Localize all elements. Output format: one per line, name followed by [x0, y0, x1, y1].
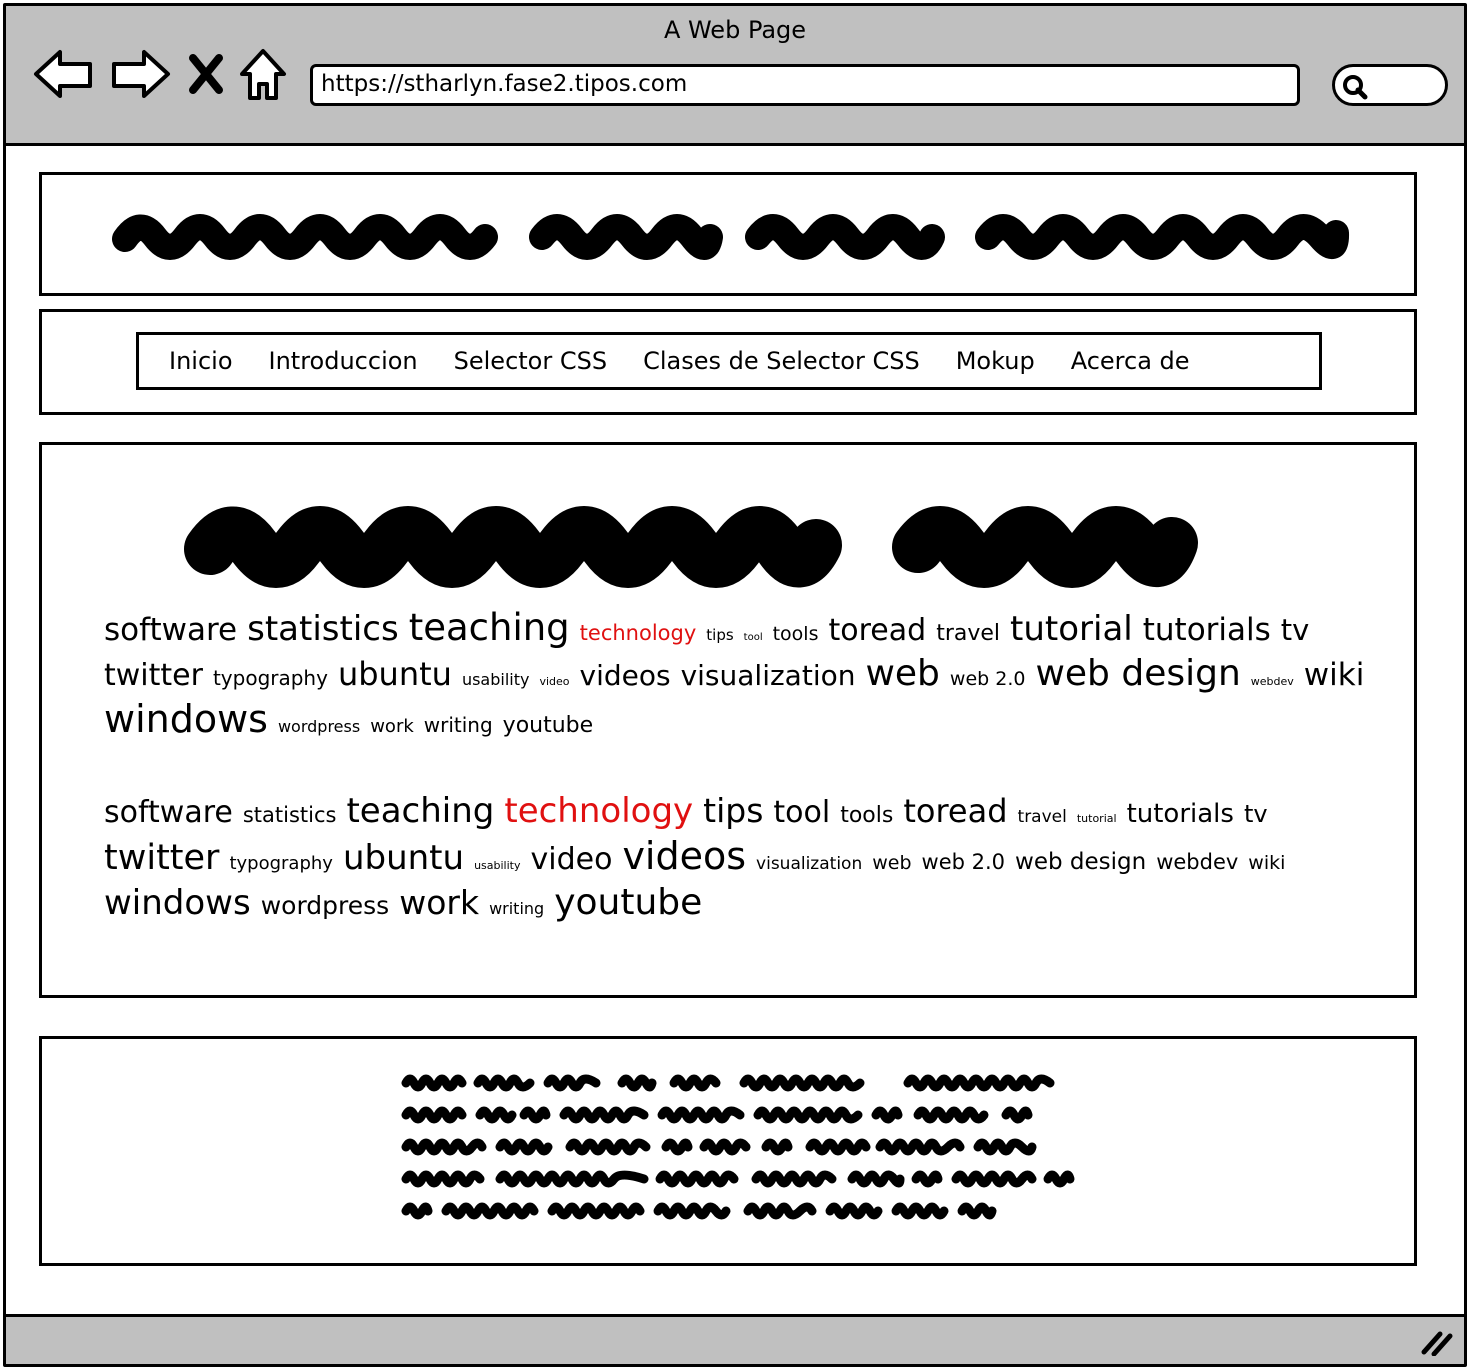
tag-link[interactable]: twitter [104, 837, 219, 881]
close-x-icon[interactable] [188, 54, 224, 94]
tag-link[interactable]: tools [840, 802, 893, 830]
tag-link[interactable]: visualization [756, 854, 862, 875]
tag-link[interactable]: writing [424, 713, 493, 738]
tag-link[interactable]: videos [580, 658, 671, 693]
tag-link[interactable]: web design [1035, 651, 1240, 696]
tag-link[interactable]: video [530, 841, 612, 879]
nav-item-selector-css[interactable]: Selector CSS [454, 347, 607, 375]
home-icon[interactable] [238, 46, 288, 104]
tag-link[interactable]: video [539, 675, 569, 689]
site-header [39, 172, 1417, 296]
tag-link[interactable]: statistics [243, 802, 337, 828]
main-content: software statistics teaching technology tips… [39, 442, 1417, 998]
tag-link[interactable]: visualization [681, 658, 856, 693]
address-bar[interactable]: https://stharlyn.fase2.tipos.com [310, 64, 1300, 106]
tag-link[interactable]: tutorial [1010, 608, 1133, 651]
tag-link[interactable]: tutorials [1127, 798, 1234, 831]
tag-link[interactable]: web [865, 651, 939, 696]
tag-link[interactable]: typography [229, 853, 333, 876]
tag-link[interactable]: web 2.0 [950, 668, 1026, 692]
browser-search-field[interactable] [1332, 64, 1448, 106]
tag-link[interactable]: wordpress [261, 890, 389, 921]
tag-link[interactable]: youtube [554, 880, 702, 925]
tag-link[interactable]: software [104, 794, 233, 832]
tag-link[interactable]: ubuntu [343, 837, 464, 880]
tag-link[interactable]: wiki [1304, 656, 1365, 695]
tag-link[interactable]: web 2.0 [922, 849, 1006, 875]
tag-link[interactable]: wordpress [278, 717, 360, 737]
tag-link[interactable]: toread [903, 791, 1007, 831]
tag-link[interactable]: technology [580, 620, 697, 646]
tag-link[interactable]: ubuntu [338, 654, 452, 694]
resize-handle-icon[interactable] [1420, 1328, 1454, 1356]
tag-cloud-2: software statistics teaching technology tips… [104, 790, 1384, 925]
nav-menu: Inicio Introduccion Selector CSS Clases … [136, 332, 1322, 390]
status-bar [6, 1314, 1464, 1364]
tag-link[interactable]: tv [1281, 612, 1310, 648]
forward-arrow-icon[interactable] [108, 46, 172, 102]
nav-item-clases-selector-css[interactable]: Clases de Selector CSS [643, 347, 920, 375]
nav-item-introduccion[interactable]: Introduccion [269, 347, 418, 375]
tag-link[interactable]: statistics [247, 608, 399, 651]
tag-link[interactable]: travel [1018, 807, 1067, 828]
tag-link[interactable]: webdev [1156, 849, 1238, 875]
tag-link[interactable]: webdev [1251, 675, 1294, 689]
tag-link[interactable]: toread [829, 612, 927, 650]
tag-link[interactable]: teaching [346, 790, 494, 833]
tag-link[interactable]: tips [706, 626, 733, 645]
tag-link[interactable]: videos [622, 833, 746, 881]
tag-link[interactable]: typography [213, 666, 328, 691]
tag-link[interactable]: travel [936, 620, 1000, 648]
tag-link[interactable]: tool [773, 794, 830, 832]
tag-link[interactable]: software [104, 611, 237, 650]
footer-placeholder-text [401, 1074, 1075, 1220]
header-placeholder-text [112, 214, 1350, 260]
tag-link[interactable]: tools [773, 623, 819, 647]
tag-link[interactable]: windows [104, 882, 251, 925]
tag-link[interactable]: windows [104, 696, 268, 744]
nav-item-mokup[interactable]: Mokup [956, 347, 1035, 375]
window-title: A Web Page [663, 16, 807, 44]
nav-item-acerca-de[interactable]: Acerca de [1071, 347, 1190, 375]
content-placeholder-heading [184, 506, 1198, 588]
site-footer [39, 1036, 1417, 1266]
browser-window: A Web Page https://stharlyn.fase2.tipos.… [3, 3, 1467, 1367]
tag-link[interactable]: tv [1244, 799, 1268, 829]
nav-item-inicio[interactable]: Inicio [169, 347, 233, 375]
search-icon [1343, 75, 1368, 100]
tag-link[interactable]: tutorial [1077, 812, 1117, 826]
tag-link[interactable]: usability [474, 859, 520, 873]
tag-link[interactable]: writing [489, 899, 544, 919]
tag-link[interactable]: web [872, 852, 911, 876]
navigation-section: Inicio Introduccion Selector CSS Clases … [39, 309, 1417, 415]
tag-link[interactable]: youtube [503, 712, 594, 740]
browser-chrome: A Web Page https://stharlyn.fase2.tipos.… [6, 6, 1464, 146]
tag-link[interactable]: tool [744, 632, 763, 645]
tag-link[interactable]: tutorials [1143, 611, 1271, 650]
tag-link[interactable]: usability [462, 670, 530, 690]
tag-link[interactable]: work [370, 716, 414, 739]
tag-link[interactable]: technology [504, 790, 693, 833]
tag-link[interactable]: twitter [104, 657, 203, 695]
back-arrow-icon[interactable] [32, 46, 96, 102]
tag-link[interactable]: wiki [1248, 852, 1285, 876]
tag-link[interactable]: tips [703, 790, 763, 831]
tag-link[interactable]: work [399, 882, 479, 923]
tag-cloud-1: software statistics teaching technology tips… [104, 605, 1384, 744]
tag-link[interactable]: teaching [409, 605, 570, 651]
tag-link[interactable]: web design [1015, 848, 1146, 877]
